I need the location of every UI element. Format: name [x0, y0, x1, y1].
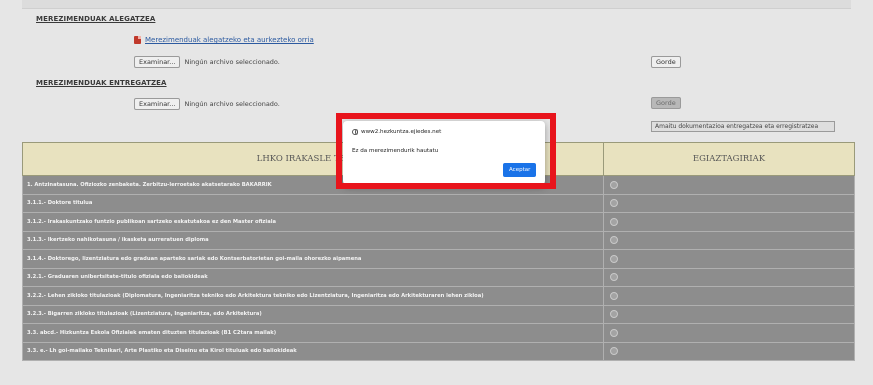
- save-button-delivery[interactable]: Gorde: [651, 97, 681, 109]
- save-button-allegation[interactable]: Gorde: [651, 56, 681, 68]
- table-row: 3.1.3.- Ikertzeko nahikotasuna / ikasket…: [22, 230, 855, 250]
- top-strip: [22, 0, 851, 9]
- delivery-section-title: MEREZIMENDUAK ENTREGATZEA: [36, 79, 167, 87]
- merit-radio[interactable]: [610, 217, 618, 226]
- merit-label: 3.1.2.- Irakaskuntzako funtzio publikoan…: [22, 212, 604, 232]
- register-delivery-button[interactable]: Amaitu dokumentazioa entregatzea eta err…: [651, 121, 835, 132]
- merit-label: 3.2.1.- Graduaren unibertsitate-titulo o…: [22, 267, 604, 287]
- table-row: 3.3. abcd.- Hizkuntza Eskola Ofizialek e…: [22, 323, 855, 343]
- alert-dialog: www2.hezkuntza.ejiedes.net Ez da merezim…: [343, 121, 545, 185]
- dialog-site: www2.hezkuntza.ejiedes.net: [352, 129, 441, 135]
- pdf-icon: [134, 36, 141, 44]
- merit-label: 3.1.4.- Doktorego, lizentziatura edo gra…: [22, 249, 604, 269]
- table-header-evidence: EGIAZTAGIRIAK: [603, 142, 855, 176]
- merit-radio[interactable]: [610, 291, 618, 300]
- merit-radio[interactable]: [610, 347, 618, 356]
- file-input-delivery[interactable]: Examinar... Ningún archivo seleccionado.: [134, 98, 280, 110]
- table-row: 3.1.2.- Irakaskuntzako funtzio publikoan…: [22, 212, 855, 232]
- table-row: 3.1.4.- Doktorego, lizentziatura edo gra…: [22, 249, 855, 269]
- file-status-delivery: Ningún archivo seleccionado.: [184, 100, 280, 108]
- merit-radio[interactable]: [610, 310, 618, 319]
- allegation-form-link[interactable]: Merezimenduak alegatzeko eta aurkezteko …: [134, 36, 314, 44]
- table-row: 3.2.1.- Graduaren unibertsitate-titulo o…: [22, 267, 855, 287]
- merit-radio[interactable]: [610, 180, 618, 189]
- merit-radio[interactable]: [610, 273, 618, 282]
- merit-label: 3.1.3.- Ikertzeko nahikotasuna / ikasket…: [22, 230, 604, 250]
- merit-radio[interactable]: [610, 328, 618, 337]
- ok-button[interactable]: Aceptar: [503, 163, 536, 177]
- allegation-section-title: MEREZIMENDUAK ALEGATZEA: [36, 15, 156, 23]
- merit-radio[interactable]: [610, 236, 618, 245]
- globe-icon: [352, 129, 358, 135]
- table-row: 3.2.2.- Lehen zikloko titulazioak (Diplo…: [22, 286, 855, 306]
- file-status-allegation: Ningún archivo seleccionado.: [184, 58, 280, 66]
- dialog-message: Ez da merezimendurik hautatu: [352, 148, 439, 154]
- merit-radio[interactable]: [610, 199, 618, 208]
- merit-label: 3.3. abcd.- Hizkuntza Eskola Ofizialek e…: [22, 323, 604, 343]
- merit-radio[interactable]: [610, 254, 618, 263]
- merit-label: 3.2.3.- Bigarren zikloko titulazioak (Li…: [22, 304, 604, 324]
- file-input-allegation[interactable]: Examinar... Ningún archivo seleccionado.: [134, 56, 280, 68]
- merit-label: 3.1.1.- Doktore titulua: [22, 193, 604, 213]
- browse-button-delivery[interactable]: Examinar...: [134, 98, 181, 110]
- table-row: 3.2.3.- Bigarren zikloko titulazioak (Li…: [22, 304, 855, 324]
- merit-label: 3.2.2.- Lehen zikloko titulazioak (Diplo…: [22, 286, 604, 306]
- page-background: MEREZIMENDUAK ALEGATZEA Merezimenduak al…: [0, 0, 873, 385]
- merit-label: 3.3. e.- Lh goi-mailako Teknikari, Arte …: [22, 341, 604, 361]
- dialog-site-text: www2.hezkuntza.ejiedes.net: [361, 129, 442, 135]
- browse-button-allegation[interactable]: Examinar...: [134, 56, 181, 68]
- table-row: 3.1.1.- Doktore titulua: [22, 193, 855, 213]
- allegation-form-link-text[interactable]: Merezimenduak alegatzeko eta aurkezteko …: [145, 36, 314, 44]
- table-row: 3.3. e.- Lh goi-mailako Teknikari, Arte …: [22, 341, 855, 361]
